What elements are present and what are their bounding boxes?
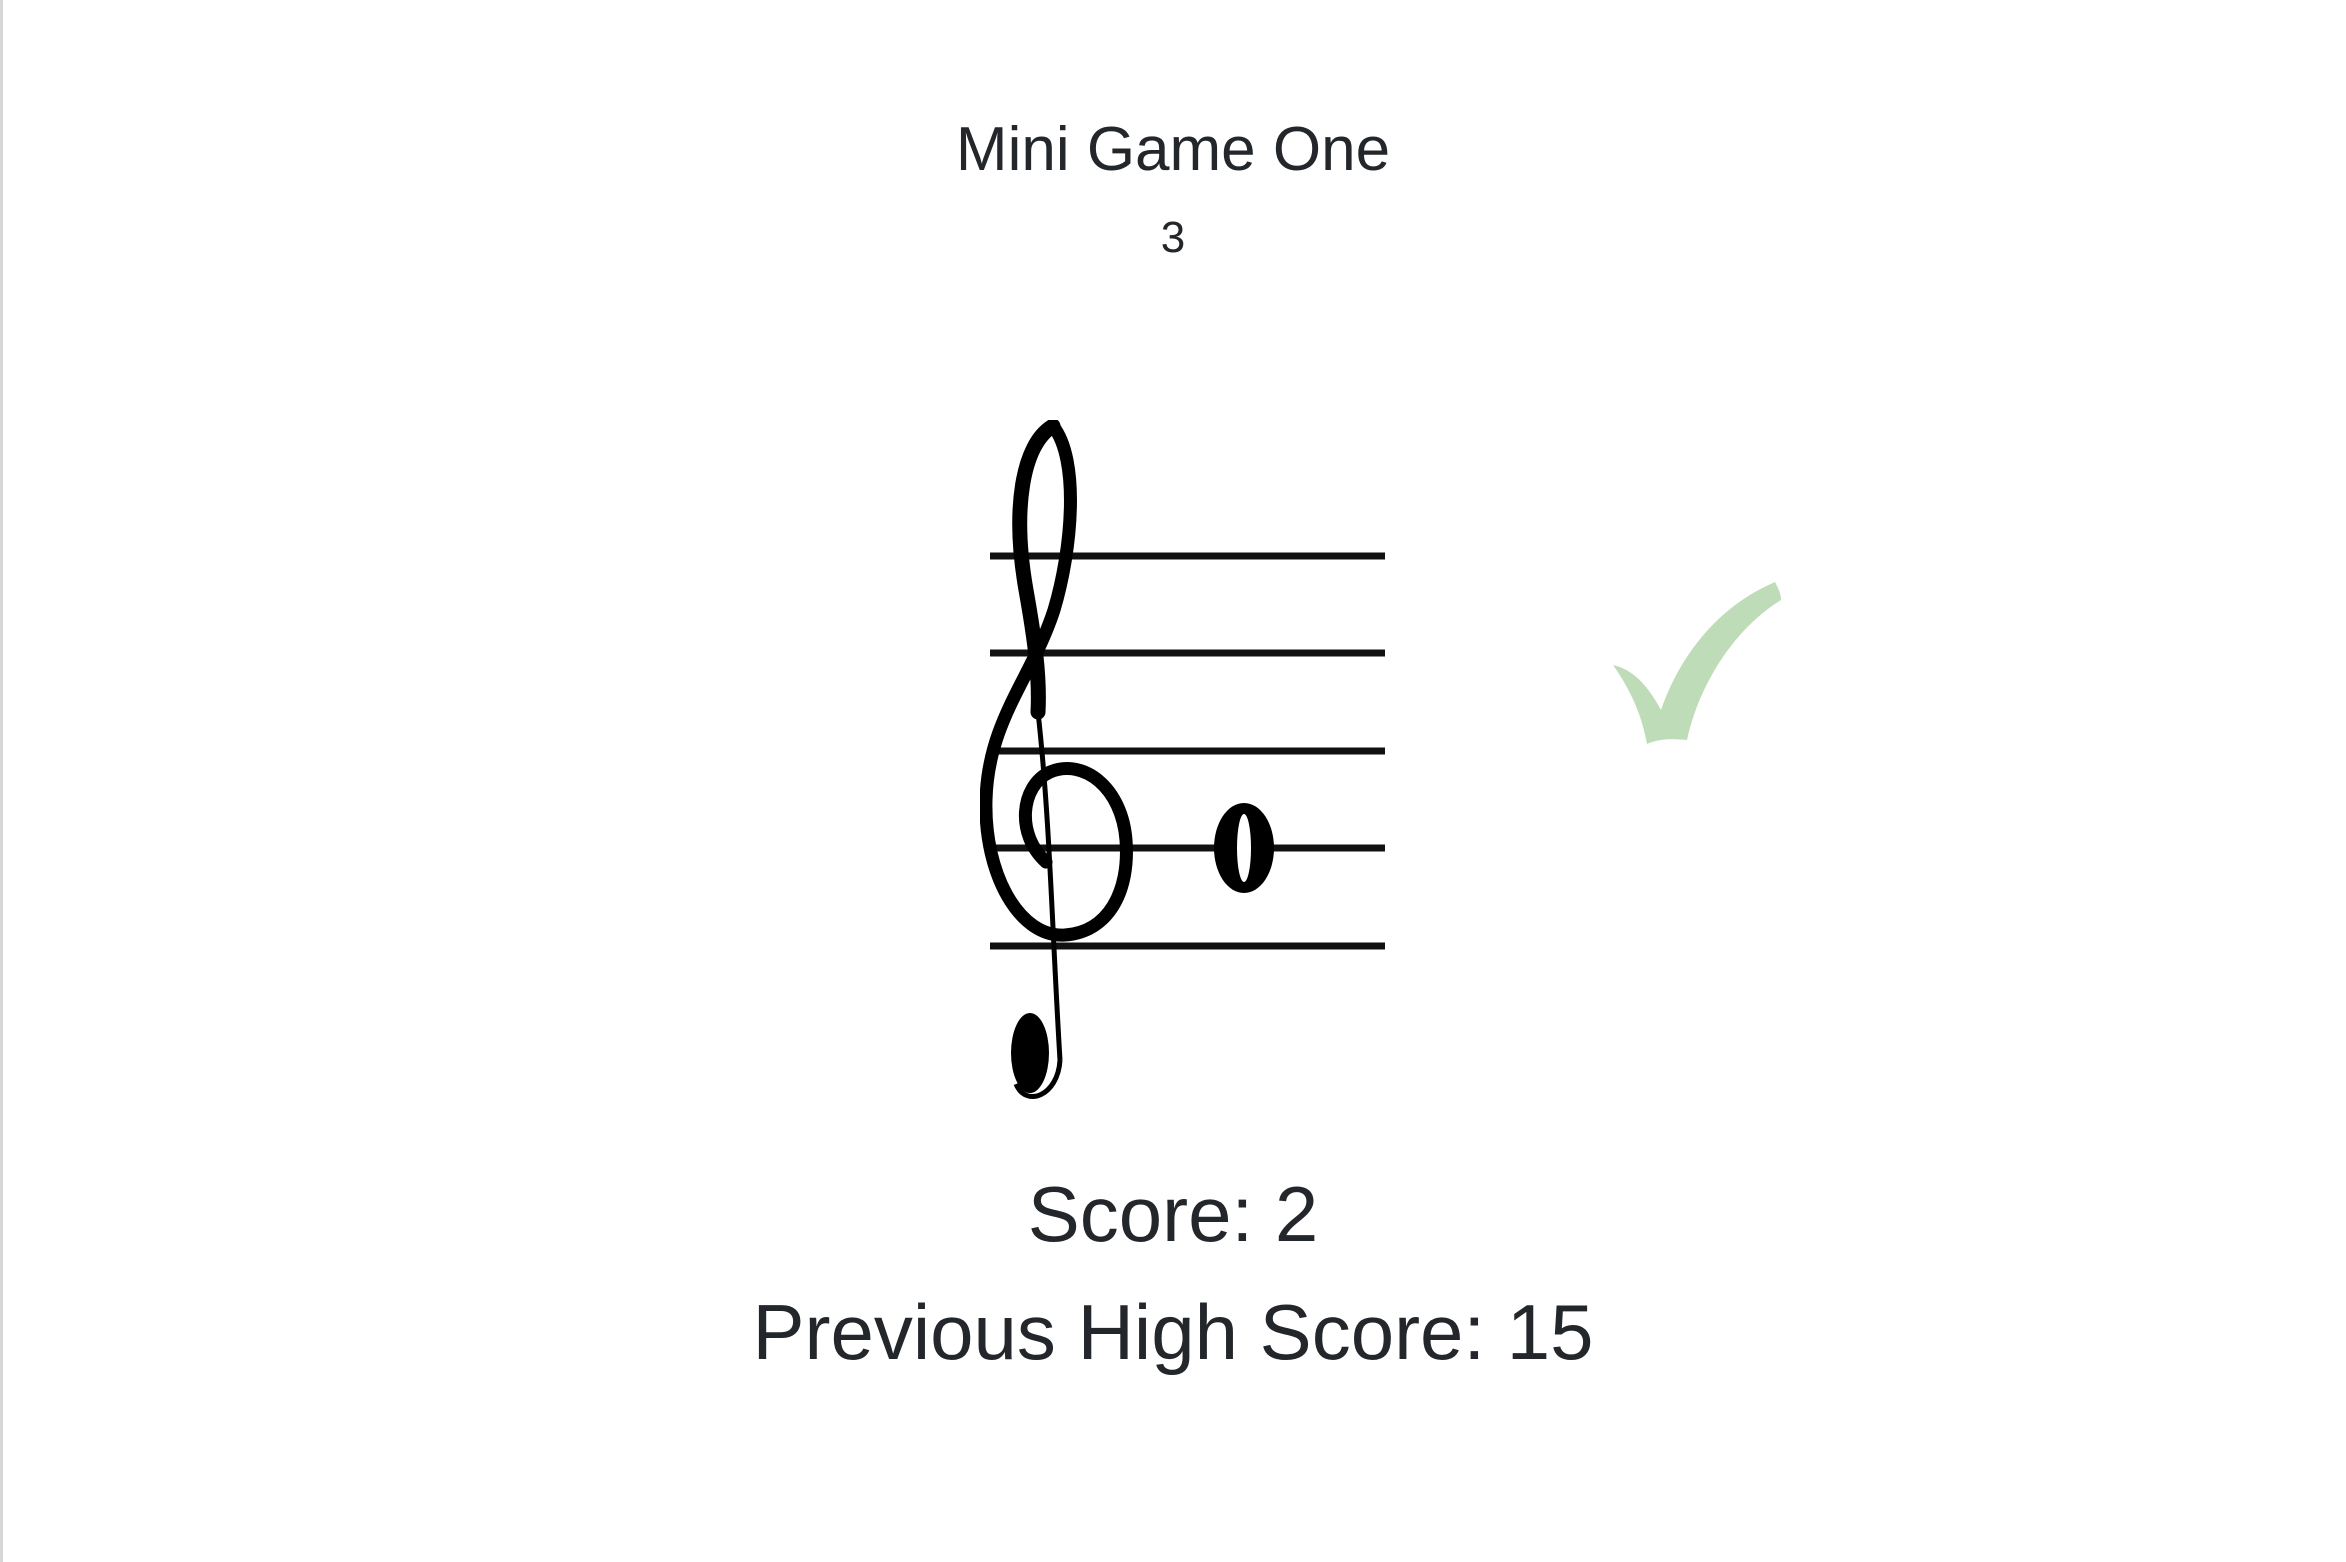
correct-answer-feedback: [1595, 570, 1795, 750]
game-title: Mini Game One: [955, 115, 1391, 184]
staff-graphic: [979, 418, 1385, 1099]
countdown-timer: 3: [1160, 213, 1186, 262]
previous-high-score: Previous High Score: 15: [752, 1288, 1594, 1376]
whole-note-icon: [1214, 803, 1274, 893]
checkmark-icon: [1613, 582, 1781, 744]
current-score: Score: 2: [1027, 1170, 1319, 1258]
music-staff: [979, 418, 1400, 1120]
treble-clef-icon: [979, 418, 1133, 1099]
